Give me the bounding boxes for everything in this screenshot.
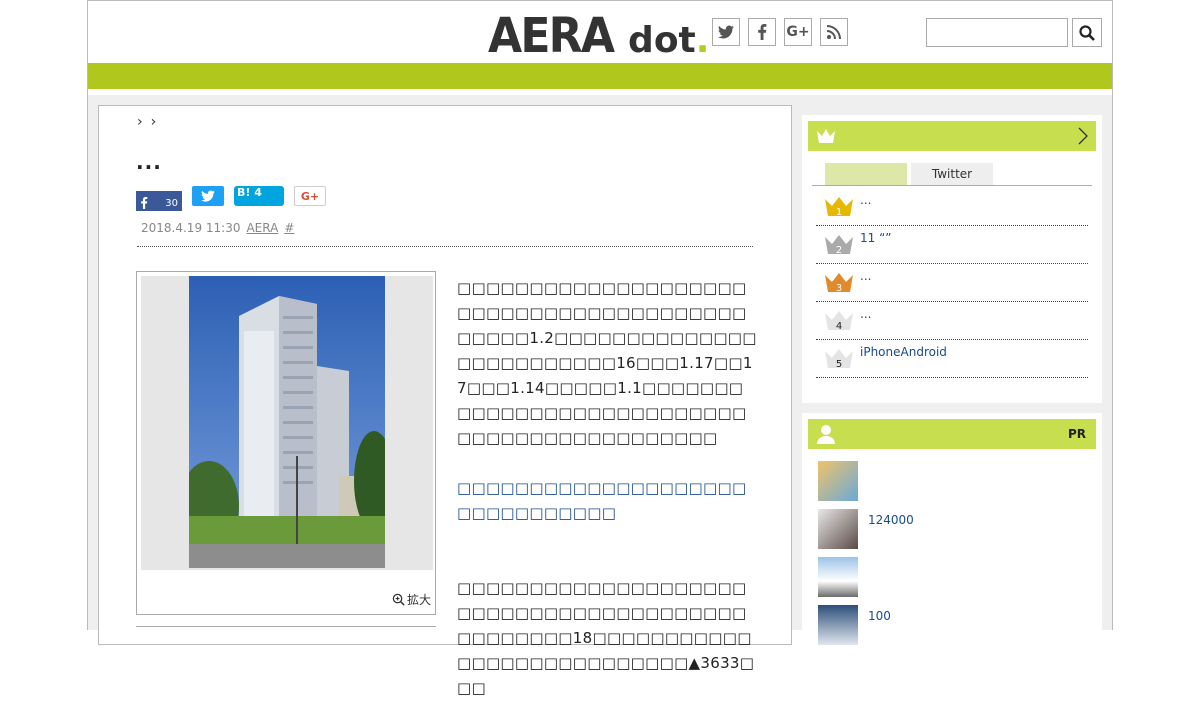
facebook-share-count: 30	[165, 198, 178, 209]
chevron-right-icon	[1078, 127, 1088, 145]
body-paragraph: □□□□□□□□□□□□□□□□□□□□□□□□□□□□□□□□□□□□□□□□…	[457, 279, 757, 447]
ranking-item-text: ...	[860, 307, 872, 321]
rss-icon[interactable]	[820, 18, 848, 46]
ranking-item-text: ...	[860, 193, 872, 207]
tab-ranking-twitter[interactable]: Twitter	[911, 163, 993, 185]
search-input[interactable]	[926, 18, 1068, 47]
pr-item-text: 124000	[868, 513, 914, 527]
crown-rank-5-icon: 5	[825, 349, 853, 369]
ranking-item[interactable]: 5 iPhoneAndroid	[816, 339, 1088, 378]
svg-text:5: 5	[836, 359, 842, 369]
article-title: ...	[136, 150, 162, 174]
article-author-link[interactable]: AERA	[246, 221, 278, 235]
article-panel: › › ... 30 B! 4 G+ 2018.4.19 11:30 AERA …	[98, 105, 792, 697]
pr-thumbnail	[818, 557, 858, 597]
twitter-share-button[interactable]	[192, 186, 224, 206]
ranking-item[interactable]: 2 11 “”	[816, 225, 1088, 264]
zoom-in-icon	[392, 593, 405, 606]
pr-panel: PR 124000 100	[802, 413, 1102, 645]
article-hash-link[interactable]: #	[284, 221, 294, 235]
article-photo[interactable]: 拡大	[136, 271, 436, 615]
google-plus-share-button[interactable]: G+	[294, 186, 326, 206]
body-paragraph: □□□□□□□□□□□□□□□□□□□□□□□□□□□□□□□□□□□□□□□□…	[457, 579, 755, 697]
tab-underline	[812, 185, 1092, 186]
second-photo-edge	[136, 626, 436, 666]
site-logo[interactable]: AERA dot.	[488, 7, 709, 61]
pr-item[interactable]	[818, 557, 868, 597]
ranking-tabs: Twitter	[825, 163, 993, 185]
twitter-icon[interactable]	[712, 18, 740, 46]
article-date: 2018.4.19 11:30	[141, 221, 241, 235]
divider	[137, 246, 753, 247]
pr-item[interactable]: 124000	[818, 509, 914, 549]
ranking-item-text: 11 “”	[860, 231, 892, 245]
ranking-item[interactable]: 3 ...	[816, 263, 1088, 302]
facebook-icon	[141, 197, 148, 209]
crown-rank-3-icon: 3	[825, 273, 853, 293]
hatena-icon: B!	[237, 186, 251, 199]
zoom-label: 拡大	[406, 593, 431, 607]
pr-header: PR	[808, 419, 1096, 449]
pr-item-text: 100	[868, 609, 891, 623]
facebook-icon[interactable]	[748, 18, 776, 46]
article-body: □□□□□□□□□□□□□□□□□□□□□□□□□□□□□□□□□□□□□□□□…	[457, 276, 757, 726]
ranking-item[interactable]: 1 ...	[816, 187, 1088, 226]
pr-item[interactable]: 100	[818, 605, 891, 645]
photo-frame	[141, 276, 433, 570]
hatena-count: 4	[254, 186, 262, 199]
building-photo	[189, 276, 385, 568]
logo-aera-text: AERA	[488, 8, 615, 64]
article-meta: 2018.4.19 11:30 AERA #	[141, 221, 294, 235]
logo-sub: dot	[628, 20, 696, 61]
pr-item[interactable]	[818, 461, 868, 501]
search-button[interactable]	[1072, 18, 1102, 47]
svg-text:2: 2	[836, 245, 842, 255]
ranking-item-text: ...	[860, 269, 872, 283]
hatena-bookmark-button[interactable]: B! 4	[234, 186, 284, 206]
ranking-header[interactable]	[808, 121, 1096, 151]
ranking-panel: Twitter 1 ... 2 11 “” 3 ... 4 ... 5 iPho…	[802, 115, 1102, 403]
svg-text:3: 3	[836, 283, 842, 293]
ranking-item-text: iPhoneAndroid	[860, 345, 947, 359]
breadcrumb-separator: ›	[150, 114, 157, 130]
body-link[interactable]: □□□□□□□□□□□□□□□□□□□□□□□□□□□□□□□	[457, 476, 757, 526]
pr-thumbnail	[818, 461, 858, 501]
logo-dot-text: dot.	[628, 20, 710, 61]
person-icon	[817, 425, 835, 444]
site-header: AERA dot. G+	[88, 0, 1112, 63]
pr-thumbnail	[818, 509, 858, 549]
pr-thumbnail	[818, 605, 858, 645]
crown-rank-1-icon: 1	[825, 197, 853, 217]
nav-bar	[88, 63, 1112, 89]
zoom-button[interactable]: 拡大	[392, 591, 431, 608]
social-links: G+	[712, 18, 848, 46]
facebook-share-button[interactable]: 30	[136, 191, 182, 211]
pr-label: PR	[1067, 427, 1086, 441]
share-buttons: 30 B! 4 G+	[136, 186, 326, 211]
twitter-icon	[201, 190, 215, 202]
crown-rank-4-icon: 4	[825, 311, 853, 331]
google-plus-icon[interactable]: G+	[784, 18, 812, 46]
svg-text:4: 4	[836, 321, 842, 331]
crown-rank-2-icon: 2	[825, 235, 853, 255]
breadcrumb: › ›	[137, 114, 156, 130]
search-icon	[1079, 24, 1095, 41]
svg-text:1: 1	[836, 207, 842, 217]
breadcrumb-separator: ›	[137, 114, 143, 130]
tab-ranking-access[interactable]	[825, 163, 907, 185]
ranking-item[interactable]: 4 ...	[816, 301, 1088, 340]
crown-icon	[817, 129, 835, 143]
